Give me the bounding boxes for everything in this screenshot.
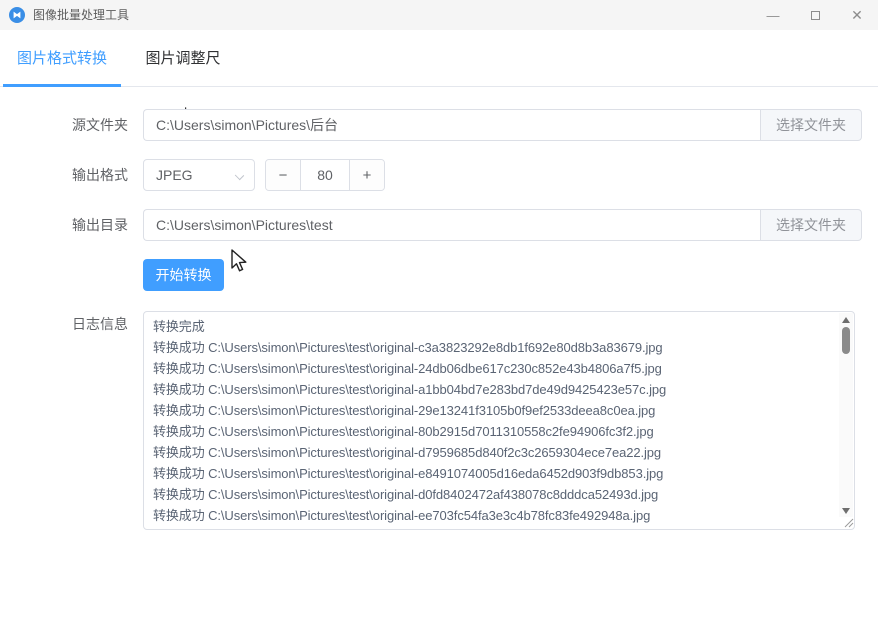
log-label: 日志信息: [72, 316, 128, 332]
minimize-icon[interactable]: —: [752, 0, 794, 30]
source-folder-label: 源文件夹: [72, 117, 128, 133]
log-lines: 转换完成转换成功 C:\Users\simon\Pictures\test\or…: [144, 316, 838, 529]
close-icon[interactable]: ✕: [836, 0, 878, 30]
start-convert-button[interactable]: 开始转换: [143, 259, 224, 291]
format-select-value: JPEG: [156, 167, 193, 183]
app-window: 图像批量处理工具 — ✕ 图片格式转换 图片调整尺寸 源文件夹 C:\Users…: [0, 0, 878, 644]
window-title: 图像批量处理工具: [33, 8, 130, 22]
resize-grip-icon[interactable]: [842, 516, 854, 528]
log-line: 转换成功 C:\Users\simon\Pictures\test\origin…: [153, 466, 664, 481]
log-textarea[interactable]: 转换完成转换成功 C:\Users\simon\Pictures\test\or…: [143, 311, 855, 530]
source-folder-input[interactable]: C:\Users\simon\Pictures\后台: [143, 109, 760, 141]
output-dir-group: C:\Users\simon\Pictures\test 选择文件夹: [143, 209, 862, 241]
output-dir-browse-button[interactable]: 选择文件夹: [760, 209, 862, 241]
log-line: 转换成功 C:\Users\simon\Pictures\test\origin…: [153, 424, 654, 439]
chevron-down-icon: [234, 170, 245, 181]
quality-stepper: − 80 +: [265, 159, 385, 191]
scrollbar-thumb[interactable]: [842, 327, 850, 354]
log-line: 转换完成: [153, 319, 205, 334]
log-line: 转换成功 C:\Users\simon\Pictures\test\origin…: [153, 361, 662, 376]
scroll-up-icon[interactable]: [839, 313, 853, 326]
source-folder-browse-button[interactable]: 选择文件夹: [760, 109, 862, 141]
maximize-icon[interactable]: [794, 0, 836, 30]
source-folder-group: C:\Users\simon\Pictures\后台 选择文件夹: [143, 109, 862, 141]
tab-resize[interactable]: 图片调整尺寸: [140, 30, 226, 124]
log-line: 转换成功 C:\Users\simon\Pictures\test\origin…: [153, 526, 838, 529]
log-line: 转换成功 C:\Users\simon\Pictures\test\origin…: [153, 508, 651, 523]
output-dir-label: 输出目录: [72, 217, 128, 233]
app-logo-icon: [9, 7, 25, 23]
log-line: 转换成功 C:\Users\simon\Pictures\test\origin…: [153, 487, 659, 502]
mouse-cursor: [231, 249, 247, 272]
output-format-label: 输出格式: [72, 167, 128, 183]
log-scrollbar[interactable]: [839, 313, 853, 517]
log-line: 转换成功 C:\Users\simon\Pictures\test\origin…: [153, 403, 656, 418]
output-dir-input[interactable]: C:\Users\simon\Pictures\test: [143, 209, 760, 241]
quality-value[interactable]: 80: [301, 160, 349, 190]
quality-increase-button[interactable]: +: [349, 160, 384, 190]
log-line: 转换成功 C:\Users\simon\Pictures\test\origin…: [153, 382, 667, 397]
quality-decrease-button[interactable]: −: [266, 160, 301, 190]
tab-bar: 图片格式转换 图片调整尺寸: [0, 30, 878, 124]
log-line: 转换成功 C:\Users\simon\Pictures\test\origin…: [153, 340, 663, 355]
title-bar: 图像批量处理工具 — ✕: [0, 0, 878, 30]
log-line: 转换成功 C:\Users\simon\Pictures\test\origin…: [153, 445, 662, 460]
window-controls: — ✕: [752, 0, 878, 30]
format-select[interactable]: JPEG: [143, 159, 255, 191]
tab-format-convert[interactable]: 图片格式转换: [3, 30, 121, 87]
